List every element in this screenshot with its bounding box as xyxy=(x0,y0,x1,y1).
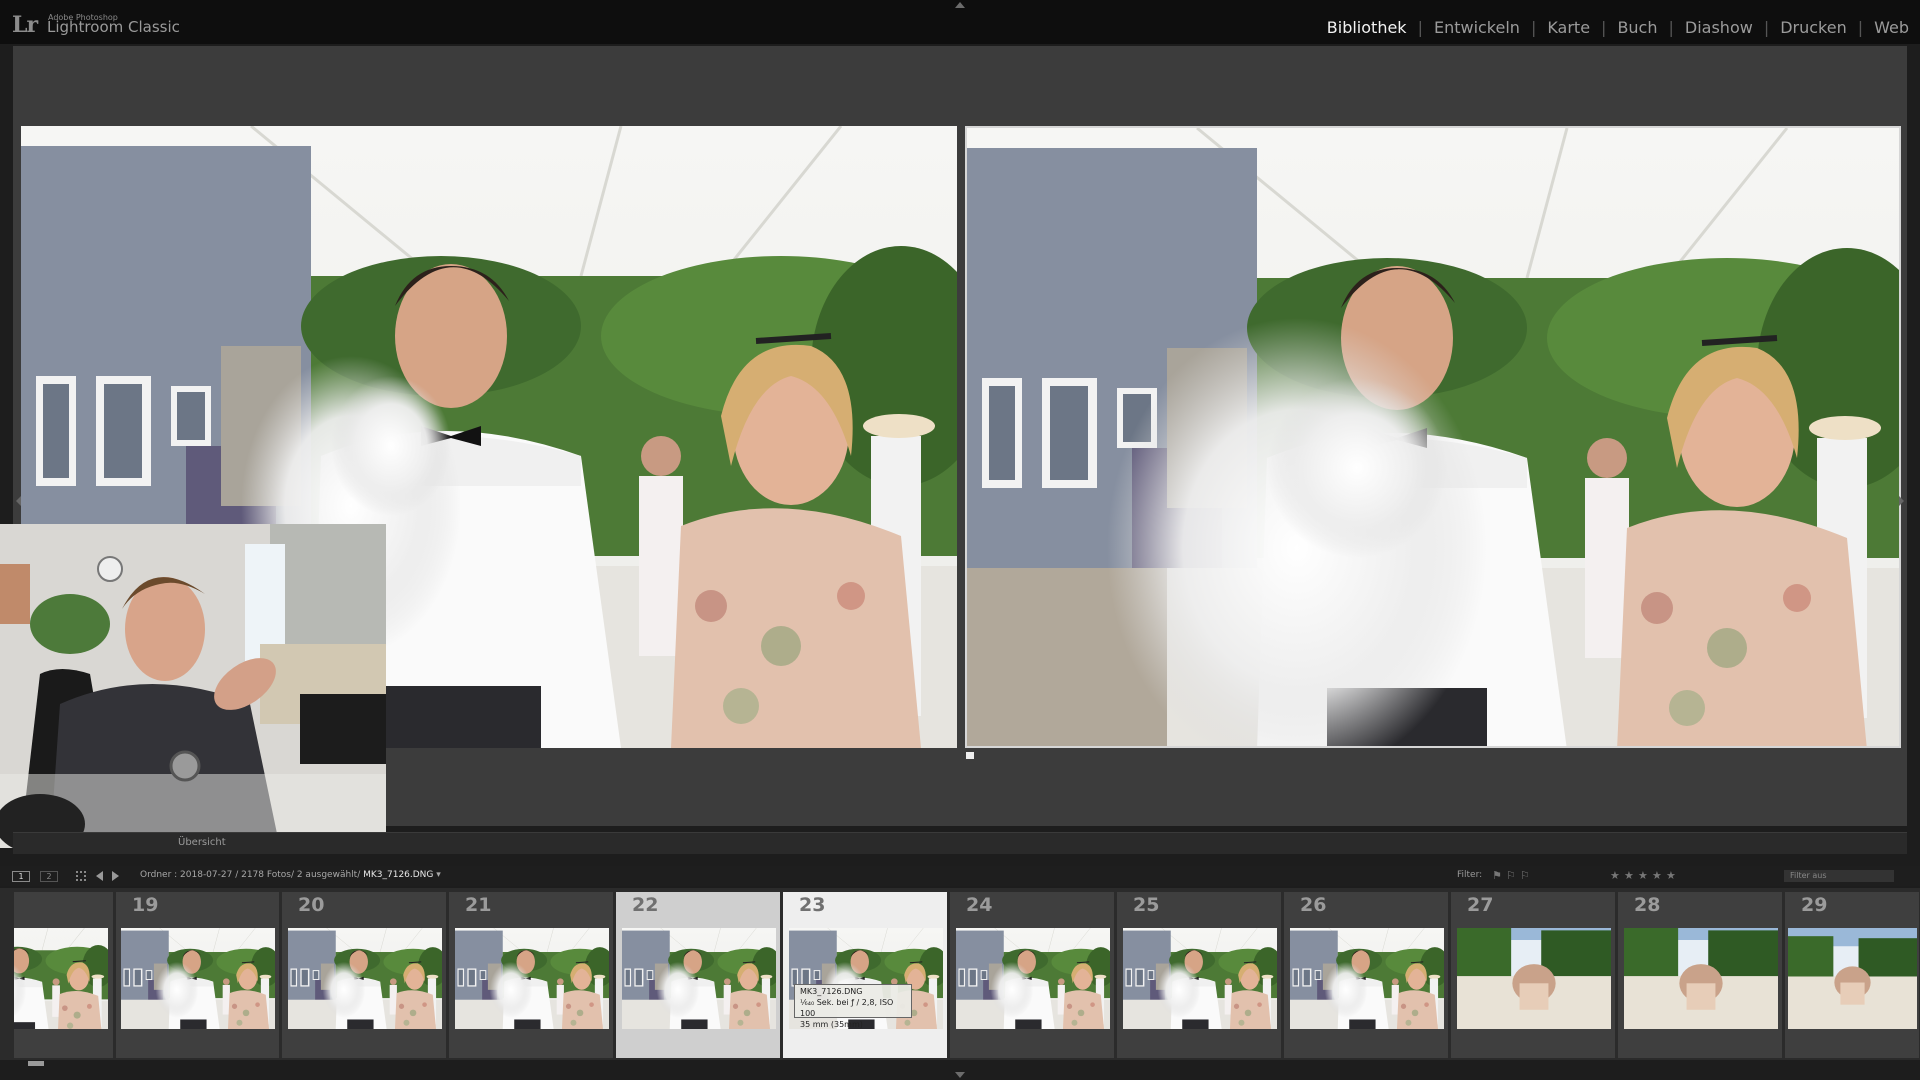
webcam-overlay xyxy=(0,524,386,848)
source-path[interactable]: Ordner : 2018-07-27 / 2178 Fotos/ 2 ausg… xyxy=(140,870,441,880)
thumbnail[interactable] xyxy=(1290,928,1444,1029)
filmstrip-cell[interactable]: 27 xyxy=(1451,892,1616,1058)
module-diashow[interactable]: Diashow xyxy=(1674,18,1764,37)
module-entwickeln[interactable]: Entwickeln xyxy=(1423,18,1531,37)
top-panel-arrow-icon[interactable] xyxy=(955,2,965,8)
thumbnail[interactable] xyxy=(455,928,609,1029)
module-drucken[interactable]: Drucken xyxy=(1769,18,1858,37)
cell-index: 24 xyxy=(966,894,993,916)
thumbnail[interactable] xyxy=(121,928,275,1029)
flag-icon[interactable]: ⚐ xyxy=(1506,869,1516,882)
module-bibliothek[interactable]: Bibliothek xyxy=(1316,18,1418,37)
filter-preset-select[interactable]: Filter aus xyxy=(1784,870,1894,882)
cell-index: 25 xyxy=(1133,894,1160,916)
tooltip-exposure: ¹⁄₆₄₀ Sek. bei ƒ / 2,8, ISO 100 xyxy=(800,998,894,1018)
filmstrip-cell[interactable]: 25 xyxy=(1117,892,1282,1058)
photo-info-tooltip: MK3_7126.DNG ¹⁄₆₄₀ Sek. bei ƒ / 2,8, ISO… xyxy=(794,984,912,1029)
thumbnail[interactable] xyxy=(1788,928,1917,1029)
thumbnail[interactable] xyxy=(1457,928,1611,1029)
module-buch[interactable]: Buch xyxy=(1606,18,1668,37)
brand-name: Lightroom Classic xyxy=(47,18,180,36)
filmstrip-cell[interactable]: 29 xyxy=(1785,892,1920,1058)
cell-index: 27 xyxy=(1467,894,1494,916)
current-filename: MK3_7126.DNG xyxy=(363,870,434,880)
module-picker: Bibliothek | Entwickeln | Karte | Buch | Diashow… xyxy=(1316,18,1920,37)
filmstrip-cell[interactable] xyxy=(14,892,114,1058)
prev-arrow-icon[interactable] xyxy=(96,871,103,881)
thumbnail[interactable] xyxy=(1123,928,1277,1029)
flag-icon[interactable]: ⚐ xyxy=(1520,869,1530,882)
cell-index: 19 xyxy=(132,894,159,916)
filmstrip-cell[interactable]: 24 xyxy=(950,892,1115,1058)
filmstrip-cell[interactable]: 21 xyxy=(449,892,614,1058)
module-web[interactable]: Web xyxy=(1863,18,1920,37)
filmstrip-header: 1 2 Ordner : 2018-07-27 / 2178 Fotos/ 2 … xyxy=(0,866,1920,886)
star-icon[interactable]: ★ xyxy=(1666,869,1676,882)
filmstrip-cell[interactable]: 20 xyxy=(282,892,447,1058)
star-icon[interactable]: ★ xyxy=(1610,869,1620,882)
tooltip-lens: 35 mm (35mm) xyxy=(800,1020,863,1029)
star-icon[interactable]: ★ xyxy=(1624,869,1634,882)
cell-index: 22 xyxy=(632,894,659,916)
filmstrip: 19 20 21 22 23 24 25 26 27 28 29 xyxy=(0,888,1920,1060)
thumbnail[interactable] xyxy=(288,928,442,1029)
filmstrip-cell[interactable]: 19 xyxy=(116,892,280,1058)
compare-toolbar: Übersicht xyxy=(13,832,1907,854)
left-panel-arrow-icon[interactable] xyxy=(16,496,21,506)
candidate-marker-icon xyxy=(966,752,974,759)
toolbar-label: Übersicht xyxy=(178,837,226,848)
second-window-button[interactable]: 2 xyxy=(40,871,58,882)
identity-plate-bar: Lr Adobe Photoshop Lightroom Classic Bib… xyxy=(0,0,1920,44)
cell-index: 28 xyxy=(1634,894,1661,916)
thumbnail[interactable] xyxy=(956,928,1110,1029)
filmstrip-cell[interactable]: 28 xyxy=(1618,892,1783,1058)
star-icon[interactable]: ★ xyxy=(1638,869,1648,882)
tooltip-filename: MK3_7126.DNG xyxy=(800,987,863,996)
filmstrip-scrollbar[interactable] xyxy=(28,1061,44,1066)
cell-index: 20 xyxy=(298,894,325,916)
cell-index: 29 xyxy=(1801,894,1828,916)
thumbnail[interactable] xyxy=(622,928,776,1029)
star-icon[interactable]: ★ xyxy=(1652,869,1662,882)
next-arrow-icon[interactable] xyxy=(112,871,119,881)
lightroom-logo: Lr xyxy=(12,12,38,38)
filmstrip-cell[interactable]: 22 xyxy=(616,892,781,1058)
thumbnail[interactable] xyxy=(14,928,108,1029)
main-window-button[interactable]: 1 xyxy=(12,871,30,882)
flag-icon[interactable]: ⚑ xyxy=(1492,869,1502,882)
right-panel-arrow-icon[interactable] xyxy=(1899,496,1904,506)
cell-index: 21 xyxy=(465,894,492,916)
thumbnail[interactable] xyxy=(1624,928,1778,1029)
cell-index: 23 xyxy=(799,894,826,916)
filmstrip-cell[interactable]: 26 xyxy=(1284,892,1449,1058)
cell-index: 26 xyxy=(1300,894,1327,916)
module-karte[interactable]: Karte xyxy=(1536,18,1601,37)
grid-icon[interactable] xyxy=(76,871,86,881)
bottom-panel-arrow-icon[interactable] xyxy=(955,1072,965,1078)
source-path-text: Ordner : 2018-07-27 / 2178 Fotos/ 2 ausg… xyxy=(140,870,364,880)
candidate-photo[interactable] xyxy=(965,126,1901,748)
filter-label: Filter: xyxy=(1457,870,1483,880)
filmstrip-cell[interactable]: 23 xyxy=(783,892,948,1058)
